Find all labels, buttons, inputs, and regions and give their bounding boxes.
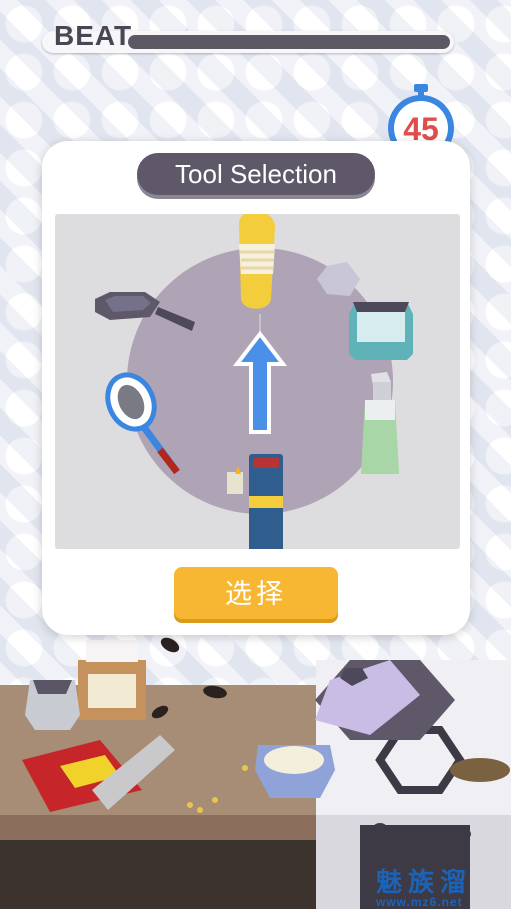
watermark-sub: www.mz6.net	[376, 895, 463, 909]
tool-wheel	[95, 214, 413, 549]
beat-label: BEAT	[54, 20, 133, 51]
select-button[interactable]: 选择	[174, 567, 338, 619]
beat-progress-fill	[128, 35, 450, 49]
watermark: 魅族溜 www.mz6.net	[376, 862, 472, 909]
tool-wheel-panel	[55, 214, 460, 549]
watermark-main: 魅族溜	[376, 867, 473, 897]
tool-selection-dialog: Tool Selection 选择	[42, 141, 470, 635]
slipper-icon[interactable]	[238, 214, 275, 309]
dialog-title: Tool Selection	[137, 153, 375, 195]
